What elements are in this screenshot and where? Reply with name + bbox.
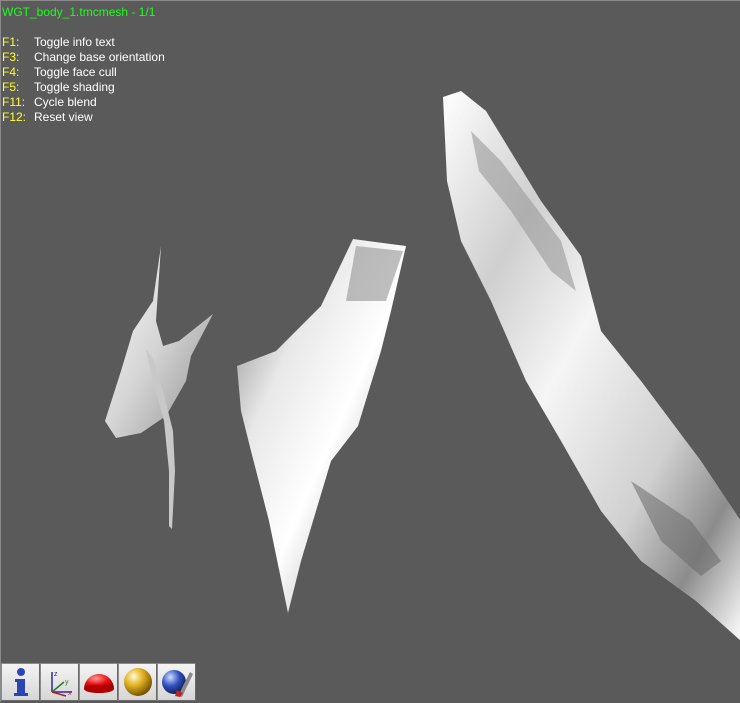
axes-icon: z y x xyxy=(50,671,72,697)
help-key: F11: xyxy=(2,95,26,109)
texture-button[interactable] xyxy=(157,663,196,701)
help-key: F4: xyxy=(2,65,20,79)
mesh-scene xyxy=(105,91,740,641)
blue-sphere-brush-icon xyxy=(161,670,193,697)
help-action: Toggle info text xyxy=(34,35,115,49)
gold-sphere-icon xyxy=(123,668,152,696)
bottom-toolbar: z y x xyxy=(1,663,196,701)
help-key: F3: xyxy=(2,50,20,64)
svg-text:y: y xyxy=(65,679,69,686)
info-icon xyxy=(13,668,28,696)
help-key: F5: xyxy=(2,80,20,94)
svg-text:z: z xyxy=(54,671,58,678)
help-key: F1: xyxy=(2,35,20,49)
window-title: WGT_body_1.tmcmesh - 1/1 xyxy=(2,5,156,19)
help-action: Reset view xyxy=(34,110,93,124)
3d-viewport[interactable]: WGT_body_1.tmcmesh - 1/1 F1: Toggle info… xyxy=(0,0,740,702)
info-button[interactable] xyxy=(1,663,40,701)
help-action: Toggle shading xyxy=(34,80,115,94)
help-action: Change base orientation xyxy=(34,50,165,64)
axes-button[interactable]: z y x xyxy=(40,663,79,701)
red-hemisphere-icon xyxy=(83,674,114,693)
help-action: Cycle blend xyxy=(34,95,97,109)
help-key: F12: xyxy=(2,110,27,124)
material-button[interactable] xyxy=(118,663,157,701)
shading-button[interactable] xyxy=(79,663,118,701)
help-action: Toggle face cull xyxy=(34,65,117,79)
svg-text:x: x xyxy=(68,690,72,697)
mesh-part-left xyxy=(105,246,213,438)
